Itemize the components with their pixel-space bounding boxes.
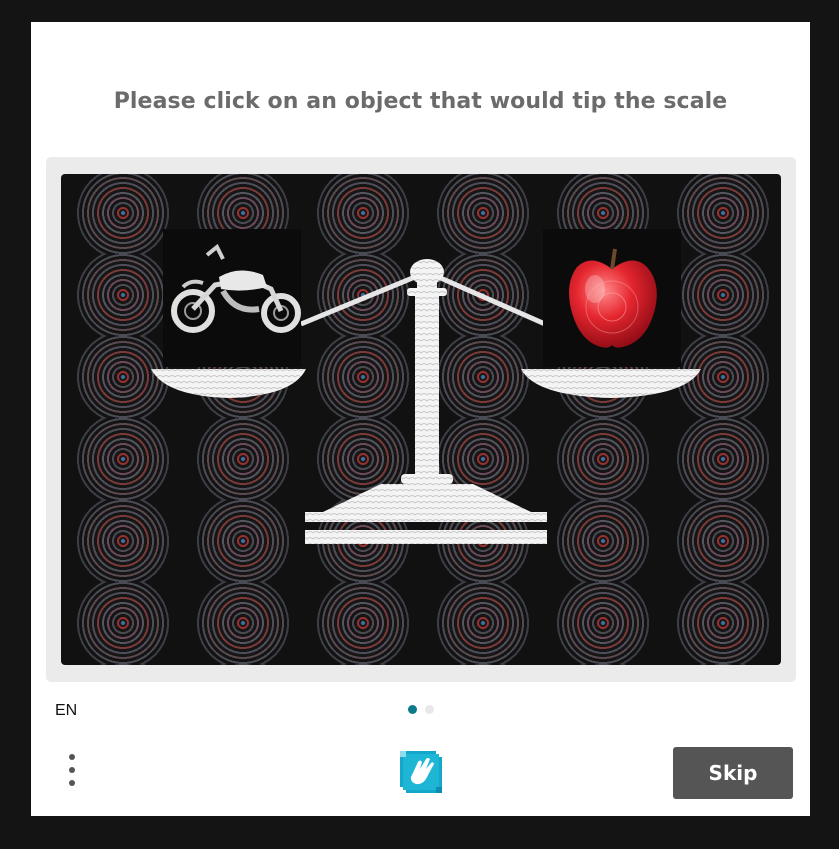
hand-wave-logo-icon[interactable] bbox=[396, 747, 446, 797]
motorcycle-object[interactable] bbox=[163, 229, 301, 367]
challenge-image[interactable] bbox=[61, 174, 781, 665]
skip-button[interactable]: Skip bbox=[673, 747, 793, 799]
pagination-dot-1[interactable] bbox=[407, 705, 417, 714]
pagination-dot-2[interactable] bbox=[424, 705, 434, 714]
apple-icon bbox=[569, 248, 657, 348]
challenge-image-frame bbox=[46, 157, 796, 682]
captcha-card: Please click on an object that would tip… bbox=[31, 22, 810, 816]
pagination-dots bbox=[31, 705, 810, 714]
motorcycle-icon bbox=[171, 243, 301, 333]
kebab-menu-icon[interactable] bbox=[65, 754, 79, 790]
challenge-prompt: Please click on an object that would tip… bbox=[113, 89, 728, 114]
apple-object[interactable] bbox=[543, 229, 681, 367]
